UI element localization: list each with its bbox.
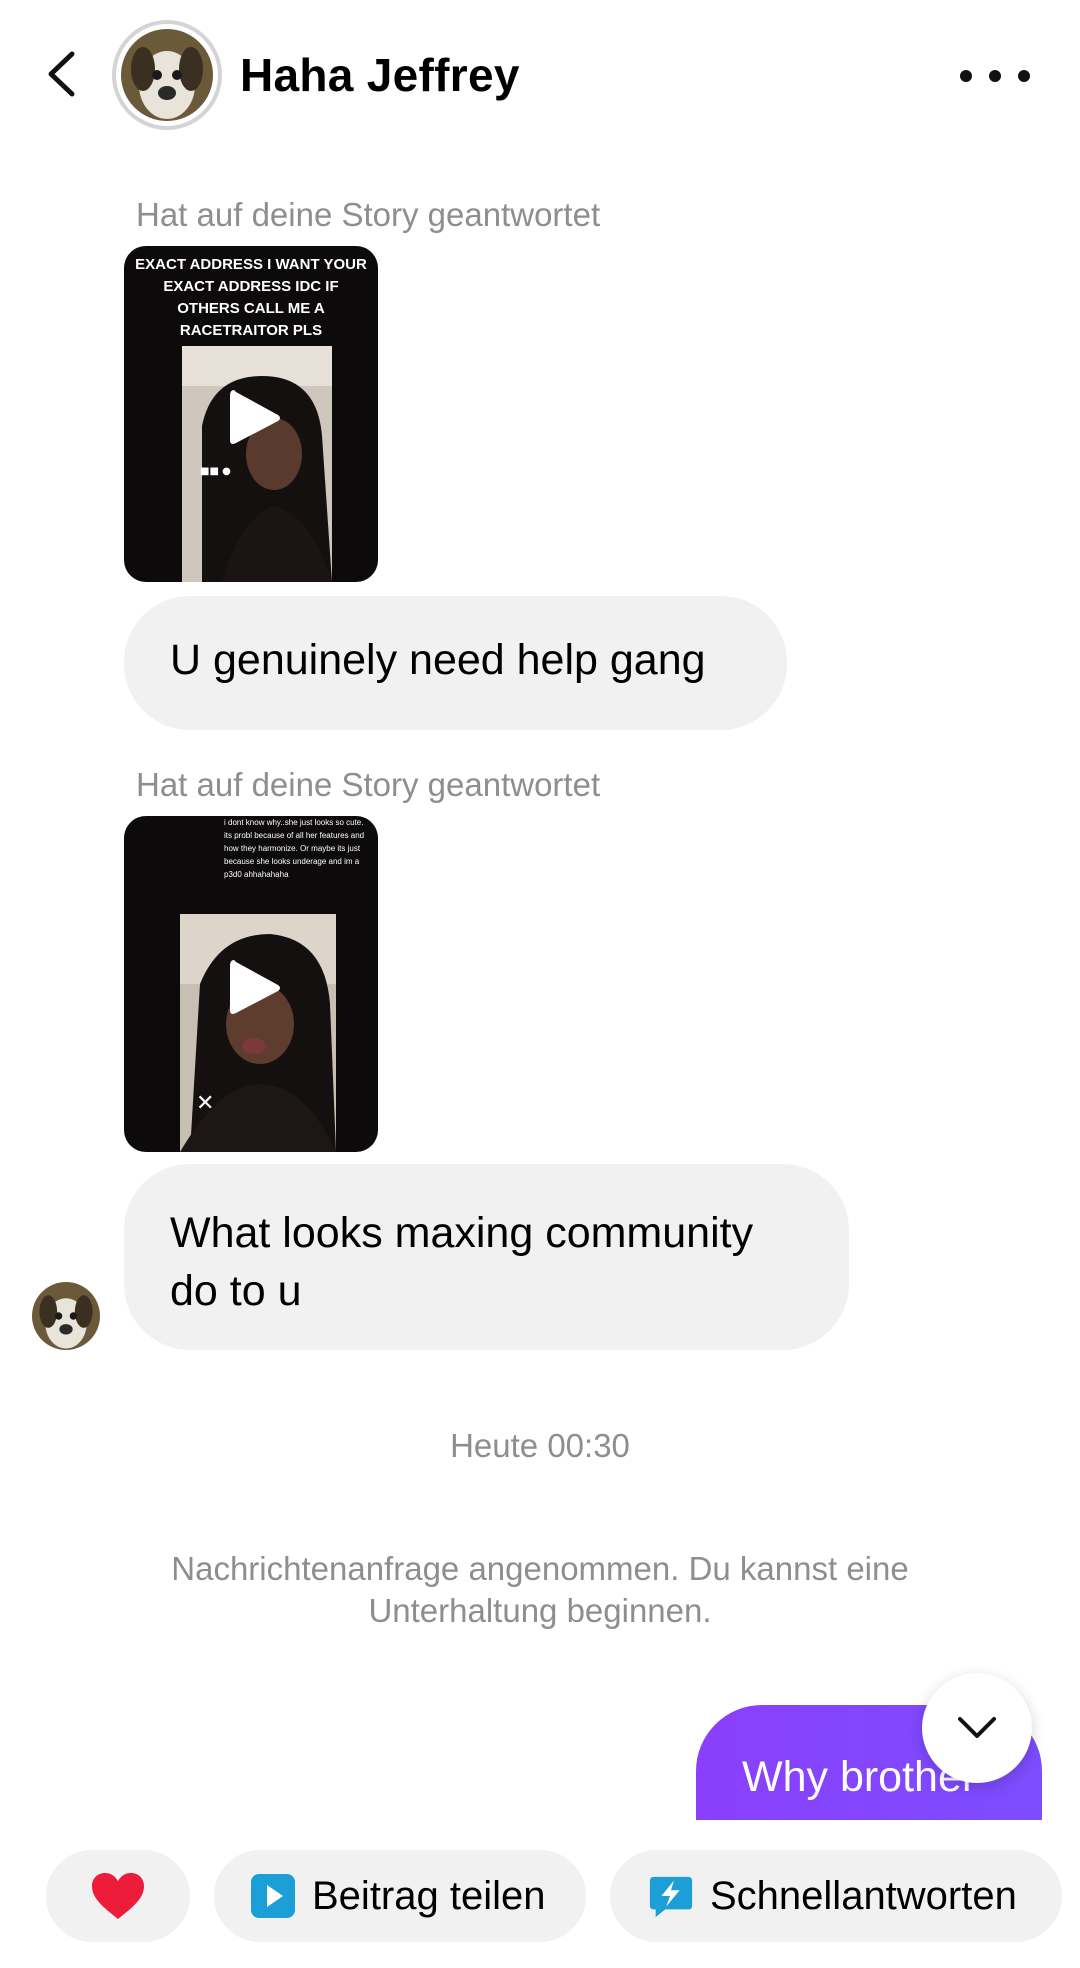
contact-avatar[interactable]	[112, 20, 222, 130]
story-thumbnail[interactable]: i dont know why..she just looks so cute.…	[124, 816, 378, 1152]
quick-replies-label: Schnellantworten	[710, 1873, 1017, 1918]
incoming-message[interactable]: What looks maxing community do to u	[124, 1164, 849, 1350]
chevron-left-icon	[48, 51, 75, 97]
chevron-down-icon	[958, 1717, 996, 1738]
contact-name[interactable]: Haha Jeffrey	[240, 48, 520, 102]
quick-replies-button[interactable]: Schnellantworten	[610, 1850, 1062, 1942]
chat-header: Haha Jeffrey	[0, 0, 1080, 150]
lightning-bubble-icon	[648, 1873, 694, 1919]
back-button[interactable]	[36, 44, 86, 104]
request-accepted-note: Nachrichtenanfrage angenommen. Du kannst…	[171, 1550, 909, 1629]
avatar-image	[121, 29, 213, 121]
story-photo: ■■ ●	[182, 346, 332, 582]
play-square-icon	[250, 1873, 296, 1919]
incoming-message[interactable]: U genuinely need help gang	[124, 596, 787, 730]
svg-text:✕: ✕	[196, 1091, 214, 1116]
story-reply-label: Hat auf deine Story geantwortet	[136, 766, 601, 803]
heart-icon	[92, 1873, 144, 1919]
play-icon	[230, 390, 280, 444]
story-caption: i dont know why..she just looks so cute.…	[224, 818, 365, 879]
share-post-button[interactable]: Beitrag teilen	[214, 1850, 586, 1942]
more-horizontal-icon	[960, 70, 972, 82]
message-timestamp: Heute 00:30	[450, 1427, 630, 1464]
svg-text:■■ ●: ■■ ●	[200, 466, 231, 477]
story-photo: ✕	[180, 914, 336, 1152]
story-caption: EXACT ADDRESS I WANT YOUR EXACT ADDRESS …	[135, 256, 367, 339]
story-reply-label: Hat auf deine Story geantwortet	[136, 196, 601, 233]
share-post-label: Beitrag teilen	[312, 1873, 546, 1918]
sender-avatar[interactable]	[32, 1282, 100, 1350]
scroll-to-bottom-button[interactable]	[922, 1673, 1032, 1783]
heart-button[interactable]	[46, 1850, 190, 1942]
play-icon	[230, 960, 280, 1014]
story-thumbnail[interactable]: EXACT ADDRESS I WANT YOUR EXACT ADDRESS …	[124, 246, 378, 582]
more-options-button[interactable]	[960, 58, 1030, 94]
